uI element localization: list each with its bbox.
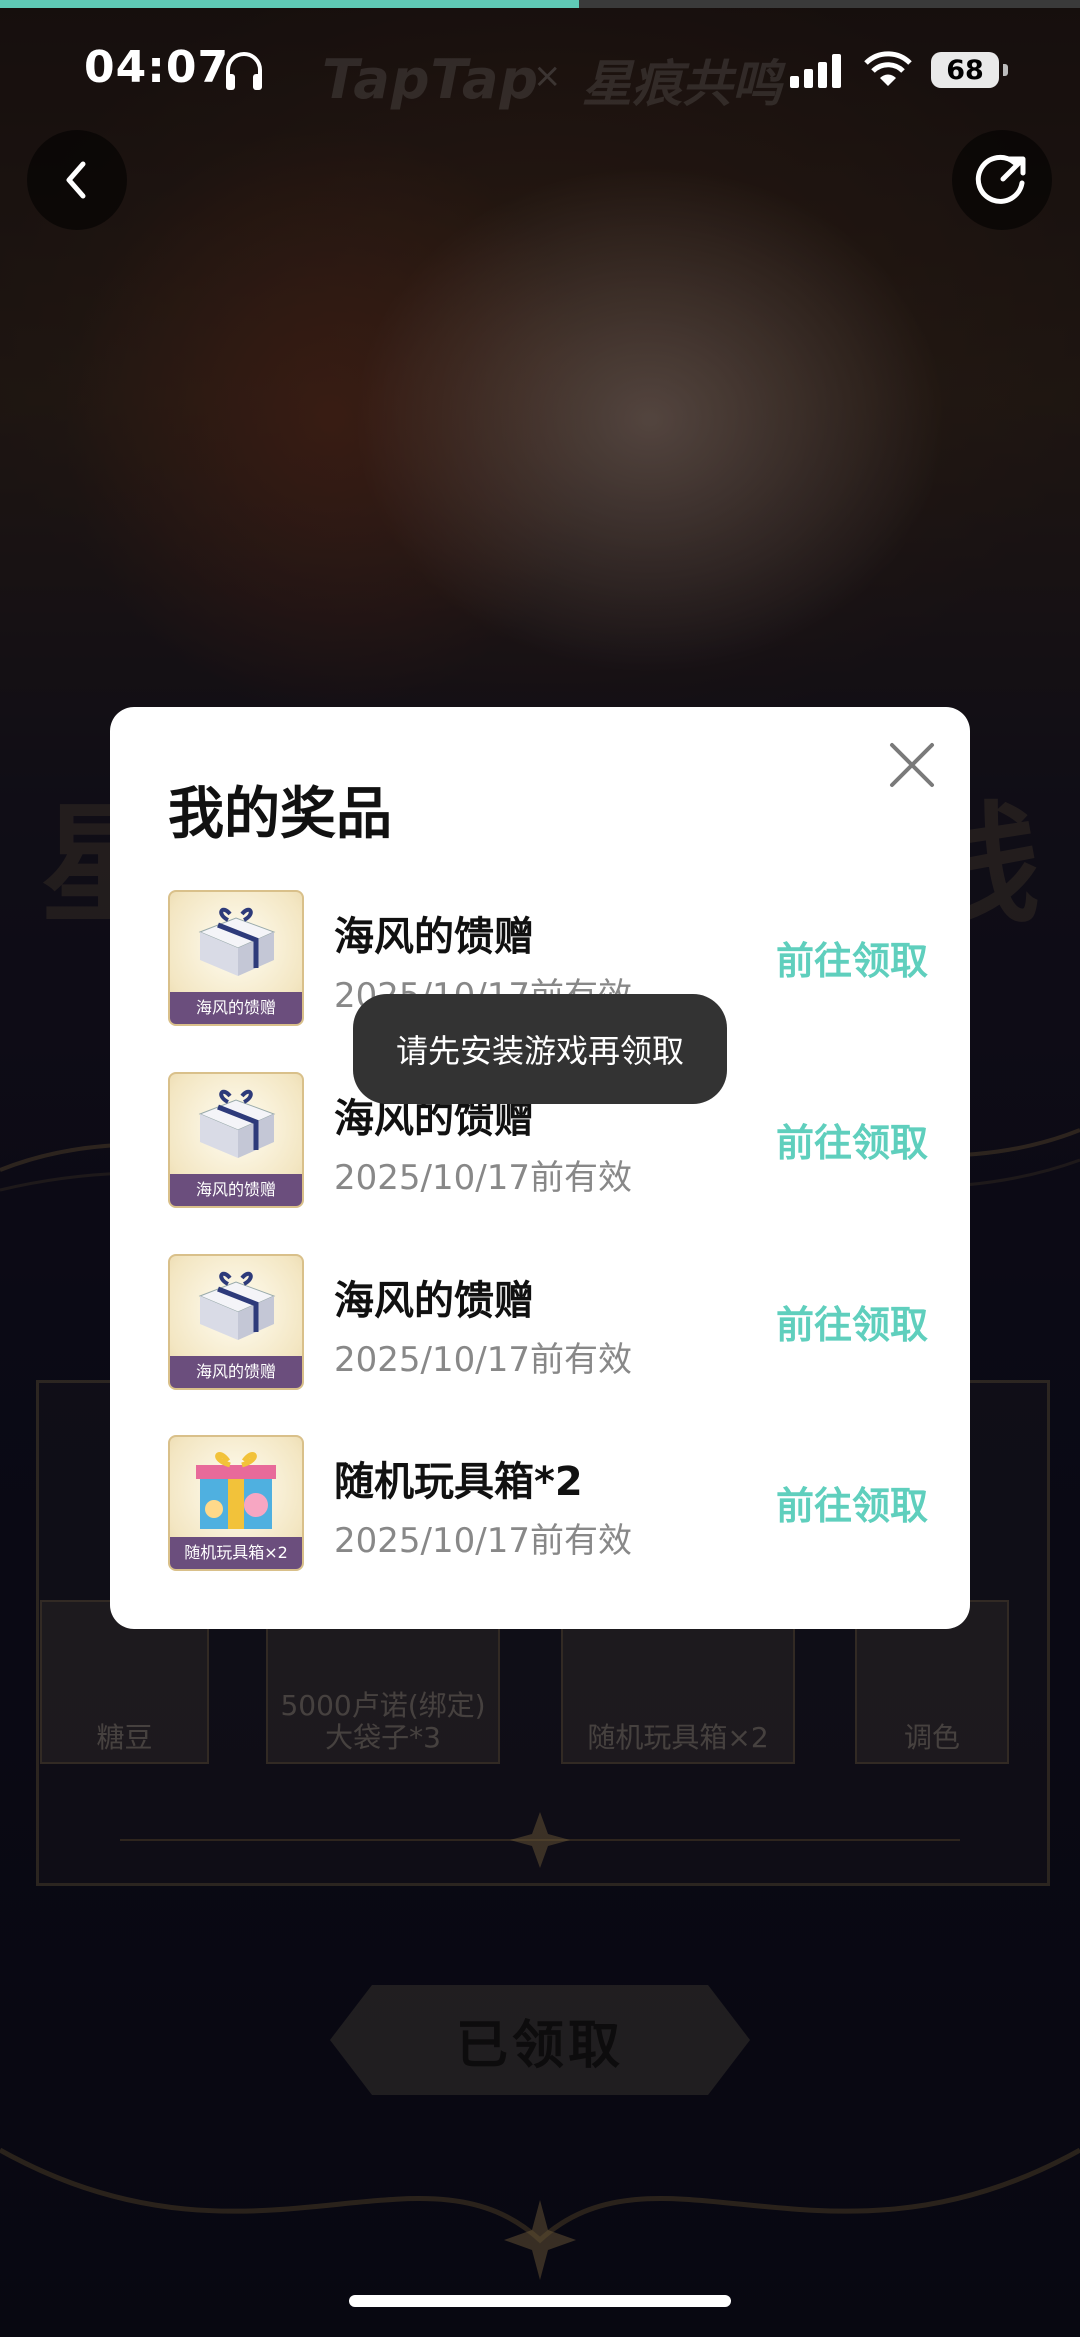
claim-button[interactable]: 前往领取 bbox=[776, 1294, 928, 1349]
share-button[interactable] bbox=[952, 130, 1052, 230]
page-load-progress-fill bbox=[0, 0, 579, 8]
close-icon[interactable] bbox=[886, 739, 938, 791]
claim-button[interactable]: 前往领取 bbox=[776, 1112, 928, 1167]
prize-list-item: 随机玩具箱×2 随机玩具箱*2 2025/10/17前有效 前往领取 bbox=[168, 1435, 928, 1575]
prize-name: 海风的馈赠 bbox=[334, 914, 534, 960]
toy-box-icon bbox=[196, 1452, 276, 1529]
back-button[interactable] bbox=[27, 130, 127, 230]
prize-thumbnail: 海风的馈赠 bbox=[168, 1254, 304, 1390]
status-time: 04:07 bbox=[84, 42, 230, 93]
battery-tip bbox=[1003, 64, 1008, 76]
toast-message: 请先安装游戏再领取 bbox=[353, 994, 727, 1104]
prize-expiry: 2025/10/17前有效 bbox=[334, 1158, 632, 1198]
gift-box-icon bbox=[198, 1089, 276, 1158]
cellular-signal-icon bbox=[790, 54, 841, 88]
share-icon bbox=[975, 154, 1026, 204]
prize-name: 随机玩具箱*2 bbox=[334, 1459, 583, 1505]
thumbnail-caption: 海风的馈赠 bbox=[170, 1356, 302, 1388]
home-indicator[interactable] bbox=[349, 2295, 731, 2307]
gift-box-icon bbox=[198, 1271, 276, 1340]
dialog-title: 我的奖品 bbox=[168, 782, 392, 847]
chevron-left-icon bbox=[66, 161, 86, 199]
prize-name: 海风的馈赠 bbox=[334, 1278, 534, 1324]
prize-list-item: 海风的馈赠 海风的馈赠 2025/10/17前有效 前往领取 bbox=[168, 1254, 928, 1394]
claim-button[interactable]: 前往领取 bbox=[776, 1475, 928, 1530]
thumbnail-caption: 海风的馈赠 bbox=[170, 992, 302, 1024]
thumbnail-caption: 随机玩具箱×2 bbox=[170, 1537, 302, 1569]
headphones-icon bbox=[226, 52, 262, 90]
prize-expiry: 2025/10/17前有效 bbox=[334, 1521, 632, 1561]
prize-expiry: 2025/10/17前有效 bbox=[334, 1340, 632, 1380]
prize-thumbnail: 随机玩具箱×2 bbox=[168, 1435, 304, 1571]
claim-button[interactable]: 前往领取 bbox=[776, 930, 928, 985]
prize-thumbnail: 海风的馈赠 bbox=[168, 1072, 304, 1208]
my-prizes-dialog: 我的奖品 海风的馈赠 海风的馈赠 2025/10/17前有效 前往领取 bbox=[110, 707, 970, 1629]
page-load-progress-track bbox=[0, 0, 1080, 8]
prize-thumbnail: 海风的馈赠 bbox=[168, 890, 304, 1026]
battery-indicator: 68 bbox=[931, 52, 999, 88]
gift-box-icon bbox=[198, 907, 276, 976]
wifi-icon bbox=[864, 51, 912, 86]
thumbnail-caption: 海风的馈赠 bbox=[170, 1174, 302, 1206]
